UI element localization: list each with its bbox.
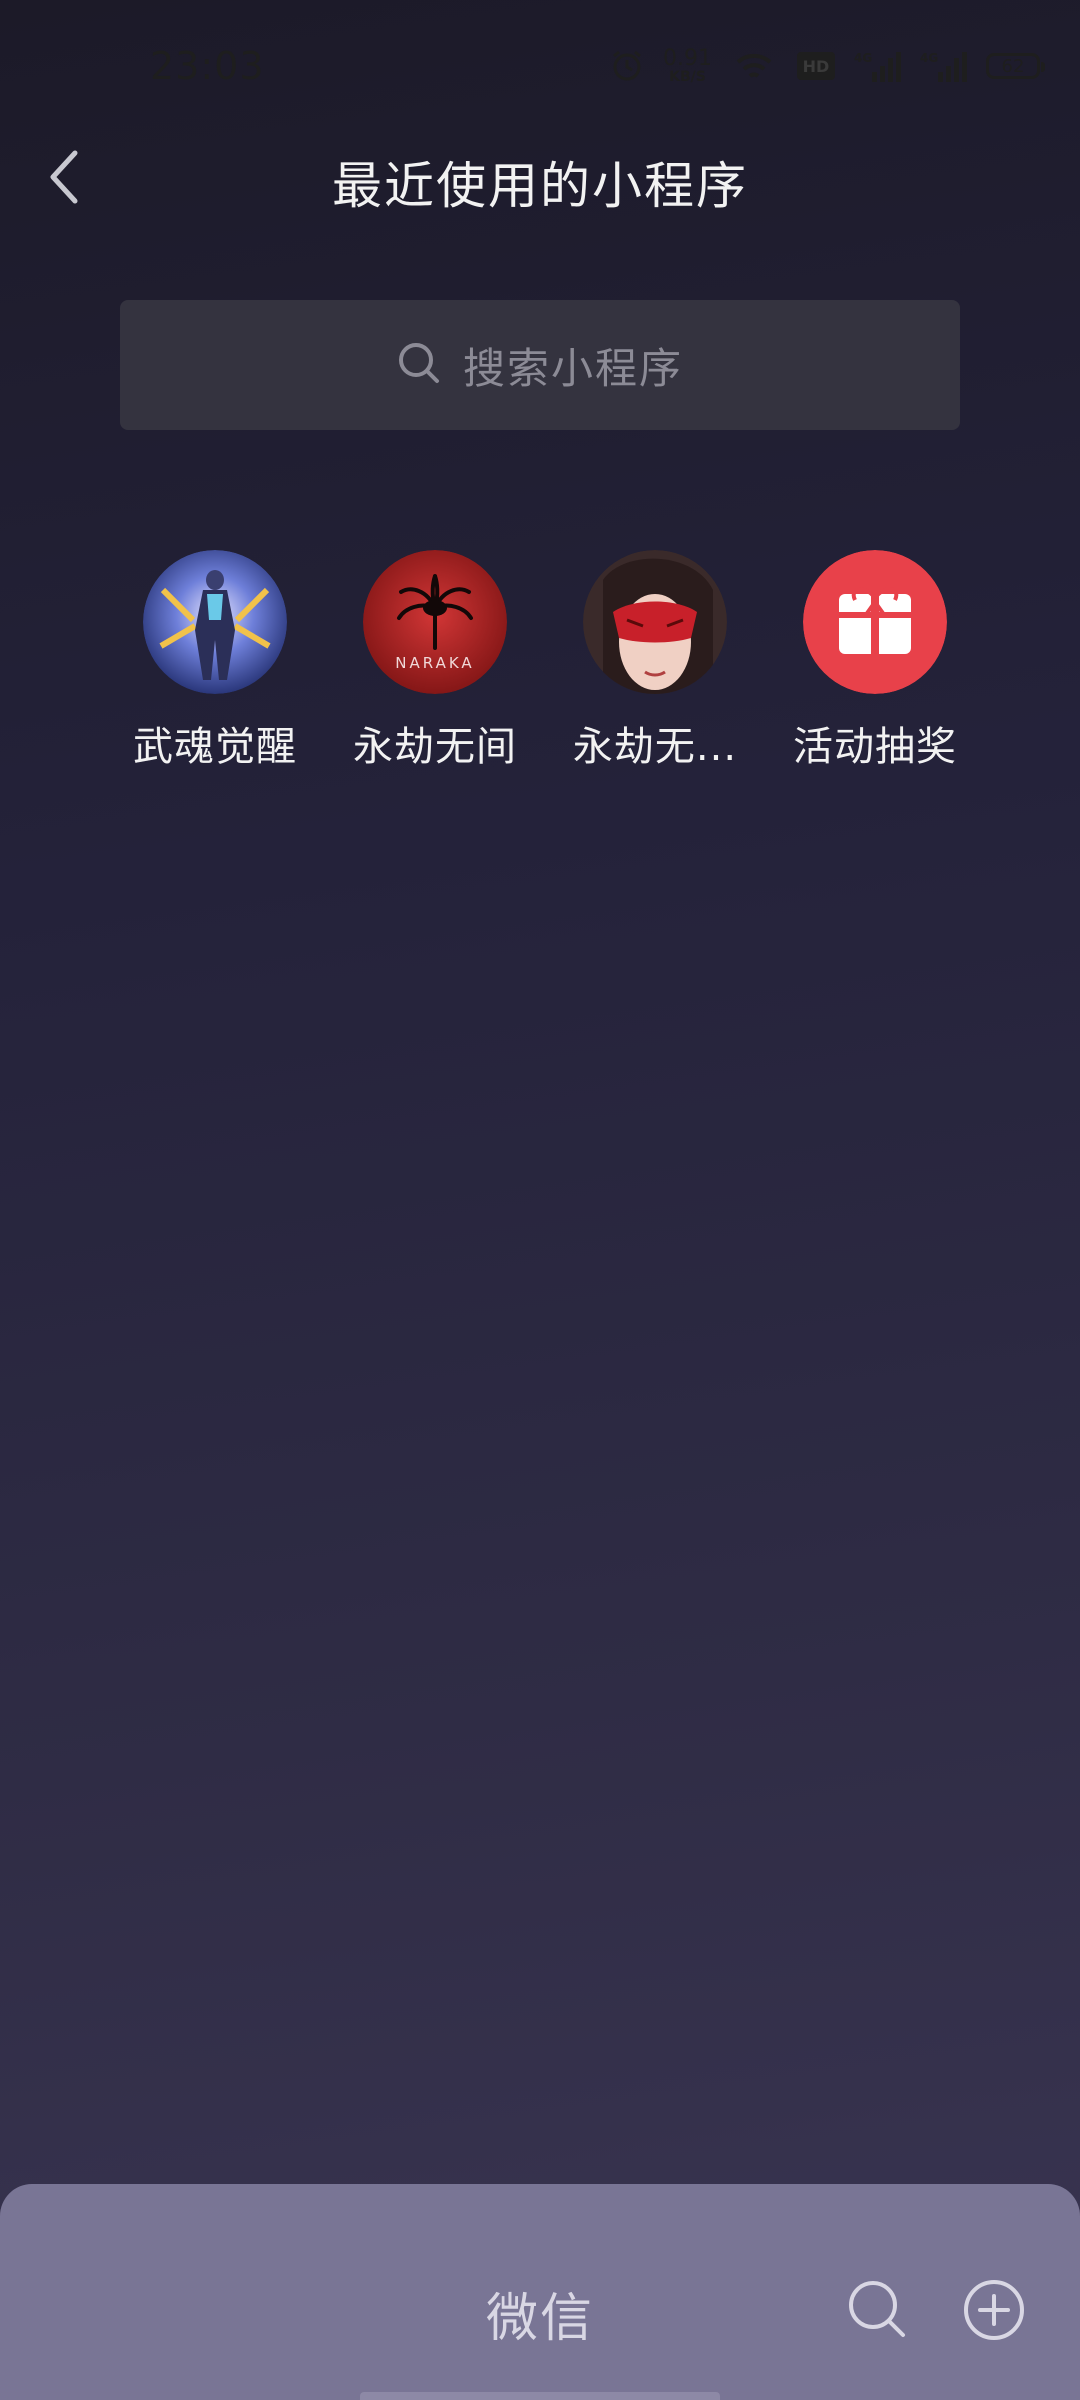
search-icon	[846, 2281, 908, 2344]
hd-icon: HD	[796, 51, 836, 81]
bottom-bar: 微信	[0, 2184, 1080, 2400]
app-label: 活动抽奖	[793, 724, 957, 770]
network-speed: 0.91 KB/S	[663, 46, 712, 85]
signal-2-icon: 4G	[920, 48, 968, 84]
alarm-icon	[609, 48, 645, 84]
app-item-wuhun[interactable]: 武魂觉醒	[105, 550, 325, 772]
wifi-icon	[730, 48, 778, 84]
battery-icon: 62	[986, 53, 1045, 79]
add-circle-icon	[962, 2280, 1026, 2346]
naraka-logo-icon: NARAKA	[363, 550, 507, 694]
bottom-search-button[interactable]	[846, 2278, 908, 2340]
app-item-lottery[interactable]: 活动抽奖	[765, 550, 985, 772]
search-input[interactable]: 搜索小程序	[120, 300, 960, 430]
signal-1-icon: 4G	[854, 48, 902, 84]
svg-text:HD: HD	[803, 57, 830, 76]
recent-apps-grid: 武魂觉醒 NARAKA 永劫无间 永劫无... 活动抽奖	[105, 550, 985, 772]
status-bar: 23:03 0.91 KB/S HD 4G 4G 62	[0, 0, 1080, 134]
svg-text:4G: 4G	[854, 51, 872, 65]
masked-character-icon	[583, 550, 727, 694]
gift-icon	[803, 550, 947, 694]
status-time: 23:03	[150, 44, 265, 88]
naraka-logo-text: NARAKA	[395, 654, 474, 672]
app-item-naraka[interactable]: NARAKA 永劫无间	[325, 550, 545, 772]
header: 最近使用的小程序	[0, 134, 1080, 224]
svg-text:4G: 4G	[920, 51, 938, 65]
wuhun-game-icon	[143, 550, 287, 694]
search-icon	[397, 341, 441, 389]
home-indicator[interactable]	[360, 2392, 720, 2400]
app-label: 武魂觉醒	[133, 724, 297, 770]
speed-value: 0.91	[663, 46, 712, 71]
search-placeholder: 搜索小程序	[462, 343, 683, 393]
bottom-add-button[interactable]	[962, 2278, 1026, 2342]
bottom-title: 微信	[485, 2289, 594, 2349]
app-label: 永劫无间	[353, 724, 517, 770]
status-icons: 0.91 KB/S HD 4G 4G 62	[609, 44, 1045, 88]
page-title: 最近使用的小程序	[332, 157, 748, 215]
app-label: 永劫无...	[572, 724, 738, 770]
app-item-naraka-2[interactable]: 永劫无...	[545, 550, 765, 772]
speed-unit: KB/S	[669, 69, 706, 85]
